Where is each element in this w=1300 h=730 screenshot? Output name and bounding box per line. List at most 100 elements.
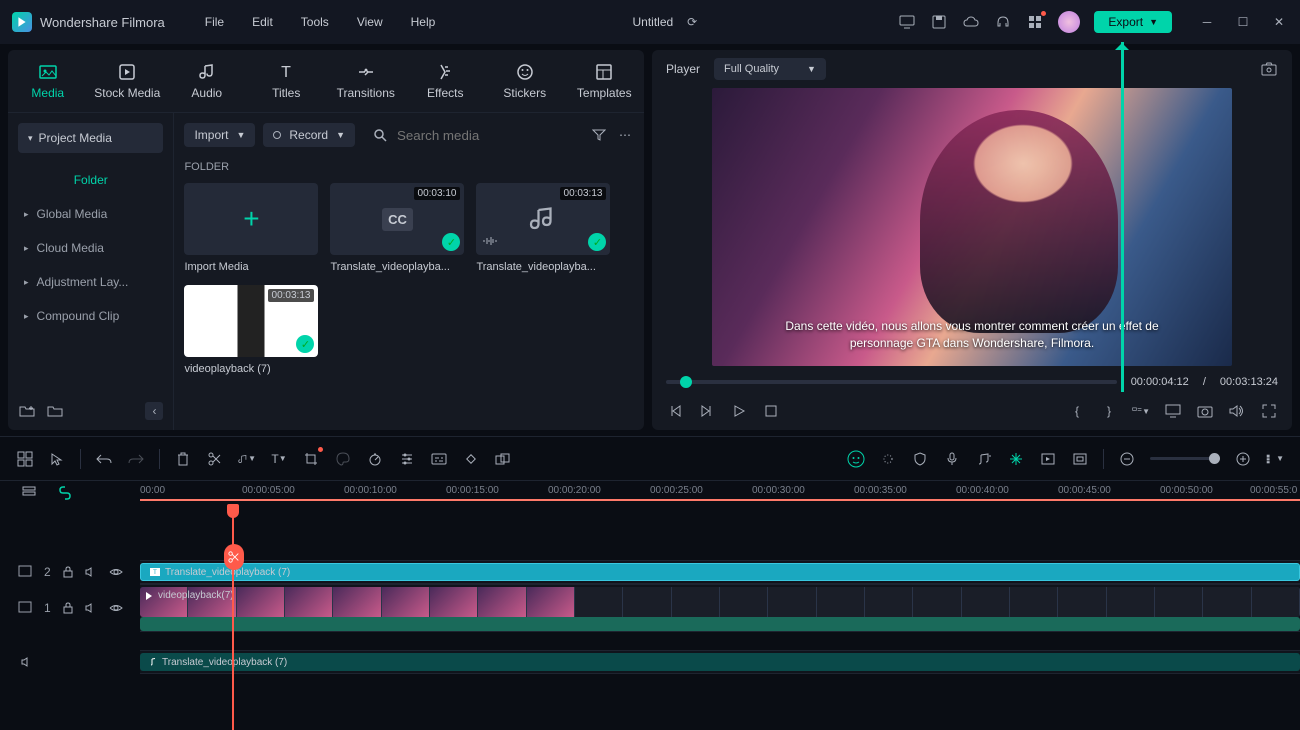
crop-icon[interactable] — [302, 450, 320, 468]
linked-audio[interactable] — [140, 617, 1300, 631]
search-input[interactable] — [397, 128, 574, 143]
palette-icon[interactable] — [334, 450, 352, 468]
subtitle-tool-icon[interactable] — [430, 450, 448, 468]
avatar[interactable] — [1058, 11, 1080, 33]
tab-titles[interactable]: TTitles — [247, 58, 327, 104]
sidebar-item-compound[interactable]: Compound Clip — [8, 299, 173, 333]
more-icon[interactable]: ⋯ — [616, 126, 634, 144]
tab-audio[interactable]: Audio — [167, 58, 247, 104]
volume-icon[interactable] — [1228, 402, 1246, 420]
marker-tool-icon[interactable] — [1007, 450, 1025, 468]
import-media-tile[interactable]: + Import Media — [184, 183, 318, 273]
link-icon[interactable] — [56, 484, 74, 502]
search-field[interactable] — [363, 126, 582, 144]
sidebar-item-cloud[interactable]: Cloud Media — [8, 231, 173, 265]
display-icon[interactable] — [1164, 402, 1182, 420]
visibility-icon[interactable] — [109, 563, 123, 581]
menu-edit[interactable]: Edit — [252, 15, 273, 29]
lock-icon[interactable] — [63, 563, 73, 581]
timeline[interactable]: 2 TTranslate_videoplayback (7) 1 videopl… — [0, 504, 1300, 730]
menu-file[interactable]: File — [205, 15, 224, 29]
snapshot-icon[interactable] — [1260, 60, 1278, 78]
delete-icon[interactable] — [174, 450, 192, 468]
next-frame-icon[interactable] — [698, 402, 716, 420]
collapse-sidebar-icon[interactable]: ‹ — [145, 402, 163, 420]
undo-icon[interactable] — [95, 450, 113, 468]
subtitle-clip[interactable]: TTranslate_videoplayback (7) — [140, 563, 1300, 581]
video-clip[interactable]: videoplayback(7) — [140, 587, 1300, 617]
cloud-icon[interactable] — [962, 13, 980, 31]
folder-label[interactable]: Folder — [8, 163, 173, 197]
music-tool-icon[interactable]: ▼ — [238, 450, 256, 468]
record-dropdown[interactable]: Record▼ — [263, 123, 355, 147]
save-icon[interactable] — [930, 13, 948, 31]
zoom-out-icon[interactable] — [1118, 450, 1136, 468]
track-icon[interactable] — [18, 565, 32, 580]
zoom-in-icon[interactable] — [1234, 450, 1252, 468]
tab-effects[interactable]: Effects — [406, 58, 486, 104]
mute-icon[interactable] — [85, 563, 97, 581]
tab-media[interactable]: Media — [8, 58, 88, 104]
text-tool-icon[interactable]: T▼ — [270, 450, 288, 468]
playhead-handle[interactable] — [227, 504, 239, 518]
tab-stickers[interactable]: Stickers — [485, 58, 565, 104]
speed-icon[interactable] — [366, 450, 384, 468]
layout-icon[interactable] — [16, 450, 34, 468]
track-header-icon[interactable] — [20, 484, 38, 502]
mute-icon[interactable] — [85, 599, 97, 617]
audio-clip[interactable]: Translate_videoplayback (7) — [140, 653, 1300, 671]
pointer-icon[interactable] — [48, 450, 66, 468]
media-item-video[interactable]: 00:03:13✓ videoplayback (7) — [184, 285, 318, 375]
tab-transitions[interactable]: Transitions — [326, 58, 406, 104]
monitor-icon[interactable] — [898, 13, 916, 31]
preview-viewport[interactable]: Dans cette vidéo, nous allons vous montr… — [712, 88, 1232, 366]
filter-icon[interactable] — [590, 126, 608, 144]
mark-in-icon[interactable]: { — [1068, 402, 1086, 420]
menu-tools[interactable]: Tools — [301, 15, 329, 29]
playhead[interactable] — [232, 504, 234, 730]
new-folder-icon[interactable] — [18, 402, 36, 420]
audio-track-icon[interactable] — [18, 653, 36, 671]
menu-view[interactable]: View — [357, 15, 383, 29]
clip-list-icon[interactable]: ▼ — [1132, 402, 1150, 420]
close-icon[interactable]: ✕ — [1270, 13, 1288, 31]
headset-icon[interactable] — [994, 13, 1012, 31]
fullscreen-icon[interactable] — [1260, 402, 1278, 420]
camera-icon[interactable] — [1196, 402, 1214, 420]
media-item-music[interactable]: 00:03:13✓ Translate_videoplayba... — [476, 183, 610, 273]
mark-out-icon[interactable]: } — [1100, 402, 1118, 420]
apps-icon[interactable] — [1026, 13, 1044, 31]
sidebar-item-adjustment[interactable]: Adjustment Lay... — [8, 265, 173, 299]
sparkle-icon[interactable] — [879, 450, 897, 468]
redo-icon[interactable] — [127, 450, 145, 468]
export-button[interactable]: Export▼ — [1094, 11, 1172, 33]
tab-templates[interactable]: Templates — [565, 58, 645, 104]
mic-icon[interactable] — [943, 450, 961, 468]
lock-icon[interactable] — [63, 599, 73, 617]
tab-stock-media[interactable]: Stock Media — [88, 58, 168, 104]
view-mode-icon[interactable]: ▼ — [1266, 450, 1284, 468]
shield-icon[interactable] — [911, 450, 929, 468]
cut-marker[interactable] — [224, 544, 244, 570]
folder-icon[interactable] — [46, 402, 64, 420]
project-media-button[interactable]: ▾Project Media — [18, 123, 163, 153]
media-item-cc[interactable]: 00:03:10CC✓ Translate_videoplayba... — [330, 183, 464, 273]
quality-dropdown[interactable]: Full Quality▼ — [714, 58, 826, 80]
split-icon[interactable] — [206, 450, 224, 468]
progress-handle[interactable] — [680, 376, 692, 388]
frame-icon[interactable] — [1071, 450, 1089, 468]
sidebar-item-global[interactable]: Global Media — [8, 197, 173, 231]
group-icon[interactable] — [494, 450, 512, 468]
maximize-icon[interactable]: ☐ — [1234, 13, 1252, 31]
render-icon[interactable] — [1039, 450, 1057, 468]
track-icon[interactable] — [18, 601, 32, 616]
progress-bar[interactable] — [666, 380, 1117, 384]
minimize-icon[interactable]: ─ — [1198, 13, 1216, 31]
ai-icon[interactable] — [847, 450, 865, 468]
keyframe-icon[interactable] — [462, 450, 480, 468]
visibility-icon[interactable] — [109, 599, 123, 617]
stop-icon[interactable] — [762, 402, 780, 420]
zoom-slider[interactable] — [1150, 457, 1220, 460]
prev-frame-icon[interactable] — [666, 402, 684, 420]
menu-help[interactable]: Help — [411, 15, 436, 29]
